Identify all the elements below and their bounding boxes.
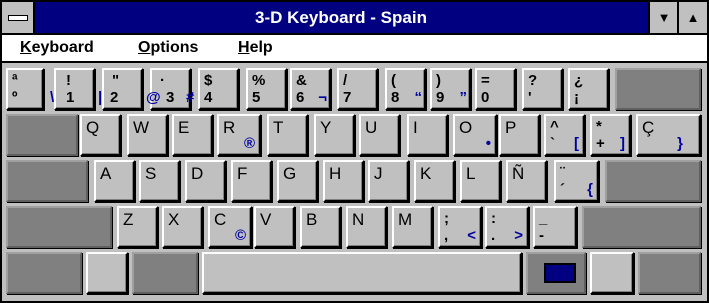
key-y[interactable]: Y [314,114,355,156]
key-d[interactable]: D [185,160,226,202]
key-q[interactable]: Q [80,114,121,156]
title-bar[interactable]: 3-D Keyboard - Spain ▼ ▲ [2,2,707,35]
key-6[interactable]: & 6 ¬ [290,68,331,110]
key-x[interactable]: X [162,206,203,248]
system-menu-button[interactable] [2,2,35,33]
key-inverted-exclamation[interactable]: ¿ ¡ [568,68,609,110]
key-grave[interactable]: ^ ` [ [544,114,585,156]
key-caps-lock[interactable] [6,160,88,202]
key-f[interactable]: F [231,160,272,202]
key-comma[interactable]: ; , < [438,206,482,248]
key-h[interactable]: H [323,160,364,202]
key-spacebar[interactable] [202,252,522,294]
key-p[interactable]: P [499,114,540,156]
key-z[interactable]: Z [117,206,158,248]
key-9[interactable]: ) 9 ” [430,68,471,110]
key-b[interactable]: B [300,206,341,248]
maximize-button[interactable]: ▲ [677,2,707,33]
window-title: 3-D Keyboard - Spain [255,8,427,27]
maximize-icon: ▲ [686,10,700,25]
minimize-icon: ▼ [657,10,671,25]
menu-keyboard[interactable]: Keyboard [20,39,94,57]
key-minus[interactable]: _ - [533,206,577,248]
key-ordinal[interactable]: ª º [6,68,44,110]
menu-options[interactable]: Options [138,39,198,57]
keyboard-window: 3-D Keyboard - Spain ▼ ▲ Keyboard Option… [0,0,709,303]
key-0[interactable]: = 0 [475,68,516,110]
menu-help[interactable]: Help [238,39,273,57]
key-e[interactable]: E [172,114,213,156]
key-u[interactable]: U [359,114,400,156]
key-n[interactable]: N [346,206,387,248]
key-s[interactable]: S [139,160,180,202]
key-1[interactable]: ! \ 1 [50,68,95,110]
system-menu-icon [8,15,28,21]
key-o[interactable]: O • [453,114,497,156]
key-menu[interactable] [590,252,634,294]
key-2[interactable]: " | 2 [98,68,143,110]
key-5[interactable]: % 5 [246,68,287,110]
key-7[interactable]: / 7 [337,68,378,110]
keyboard-area: ª º ! \ 1 " | 2 · @ 3 $ # 4 % 5 & 6 ¬ / … [2,64,707,301]
key-left-shift[interactable] [6,206,112,248]
key-r[interactable]: R ® [217,114,261,156]
key-w[interactable]: W [127,114,168,156]
key-n-tilde[interactable]: Ñ [506,160,547,202]
pressed-indicator [544,263,576,283]
key-c[interactable]: C © [208,206,252,248]
key-t[interactable]: T [267,114,308,156]
key-a[interactable]: A [94,160,135,202]
key-alt-gr-left[interactable] [132,252,198,294]
key-ctrl-left[interactable] [6,252,82,294]
key-v[interactable]: V [254,206,295,248]
key-acute[interactable]: ¨ ´ { [554,160,599,202]
key-ctrl-right[interactable] [638,252,701,294]
key-backspace[interactable] [615,68,701,110]
key-m[interactable]: M [392,206,433,248]
key-3[interactable]: · @ 3 [146,68,191,110]
minimize-button[interactable]: ▼ [648,2,678,33]
key-tab[interactable] [6,114,78,156]
key-alt-left[interactable] [86,252,128,294]
menu-bar: Keyboard Options Help [2,35,707,63]
key-enter[interactable] [605,160,701,202]
key-right-shift[interactable] [582,206,701,248]
key-plus[interactable]: * + ] [590,114,631,156]
key-4[interactable]: $ # 4 [186,68,239,110]
key-apostrophe[interactable]: ? ' [522,68,563,110]
key-j[interactable]: J [368,160,409,202]
key-alt-gr[interactable] [526,252,586,294]
key-i[interactable]: I [407,114,448,156]
key-g[interactable]: G [277,160,318,202]
key-l[interactable]: L [460,160,501,202]
key-8[interactable]: ( 8 “ [385,68,426,110]
key-c-cedilla[interactable]: Ç } [636,114,701,156]
key-k[interactable]: K [414,160,455,202]
key-period[interactable]: : . > [485,206,529,248]
